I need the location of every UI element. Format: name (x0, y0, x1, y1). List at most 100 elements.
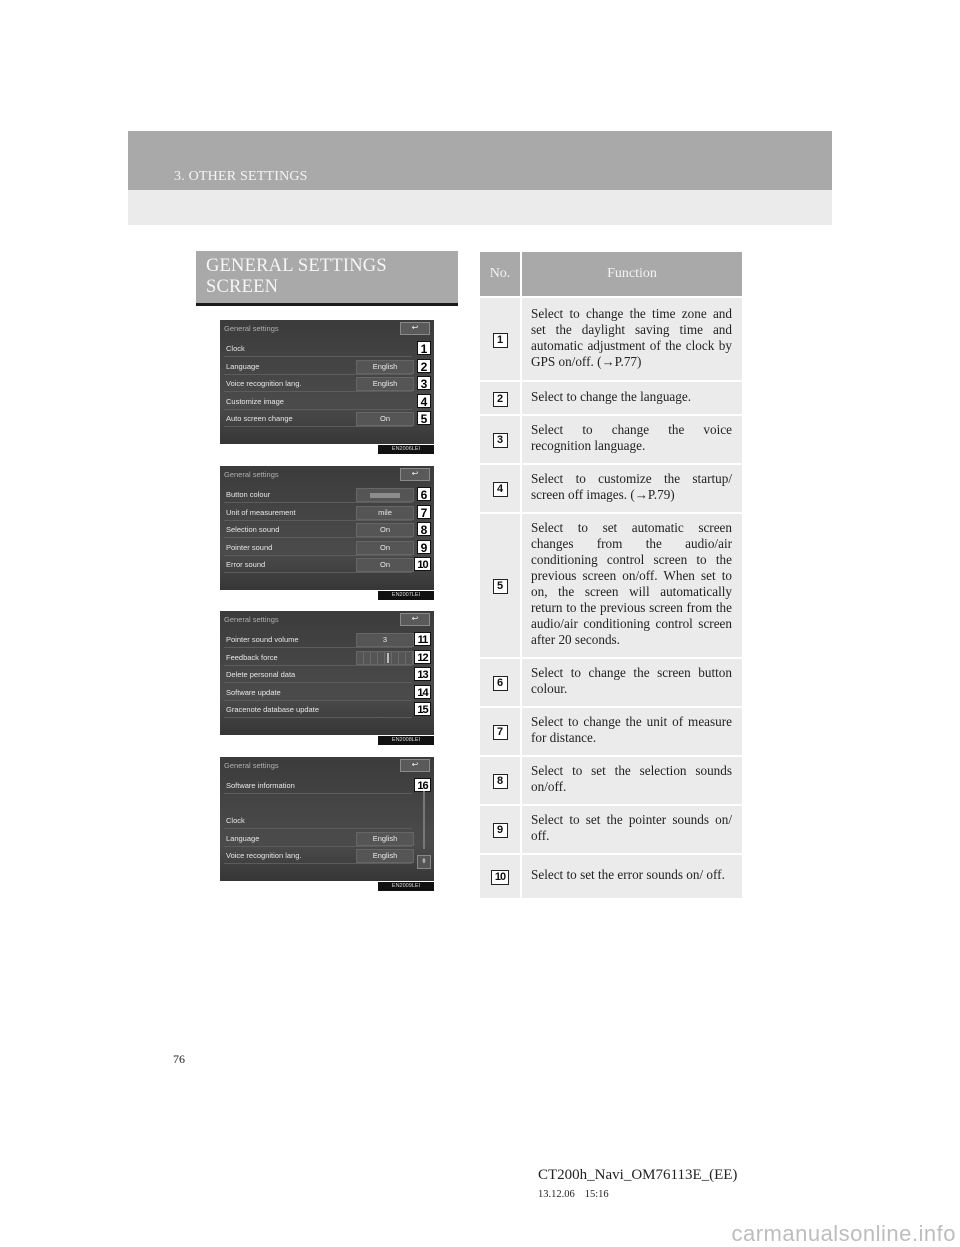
table-row: 2 Select to change the language. (480, 380, 742, 415)
function-description: Select to change the voice recognition l… (521, 414, 742, 464)
callout-number: 15 (414, 702, 431, 716)
document-date: 13.12.06 (538, 1189, 575, 1200)
callout-number: 4 (417, 393, 431, 409)
settings-row[interactable]: Selection sound On (224, 523, 414, 538)
settings-row[interactable]: Gracenote database update (224, 703, 412, 718)
section-heading: GENERAL SETTINGS SCREEN (196, 251, 458, 306)
chapter-title: 3. OTHER SETTINGS (174, 169, 308, 184)
settings-value-button[interactable]: On (356, 523, 414, 537)
callout-number: 3 (417, 376, 431, 391)
callout-number: 13 (414, 667, 431, 681)
function-description: Select to set the pointer sounds on/ off… (521, 804, 742, 854)
settings-row[interactable]: Unit of measurement mile (224, 505, 414, 521)
function-description: Select to change the time zone and set t… (521, 296, 742, 381)
callout-number: 4 (492, 482, 508, 497)
settings-row[interactable]: Pointer sound On (224, 540, 414, 556)
settings-row[interactable]: Pointer sound volume 3 (224, 633, 414, 648)
settings-row[interactable]: Language English (224, 831, 414, 847)
back-arrow-icon[interactable]: ↩ (400, 613, 430, 626)
slider-knob[interactable] (387, 652, 389, 663)
settings-row[interactable]: Auto screen change On (224, 412, 414, 427)
settings-row[interactable]: Clock (224, 342, 412, 357)
function-table: No. Function 1 Select to change the time … (480, 252, 742, 898)
back-arrow-icon[interactable]: ↩ (400, 759, 430, 772)
settings-value-button[interactable]: English (356, 377, 414, 391)
settings-row[interactable]: Feedback force (224, 650, 414, 666)
table-row: 1 Select to change the time zone and set … (480, 296, 742, 381)
settings-row[interactable]: Software update (224, 686, 412, 701)
row-number-cell: 7 (480, 706, 522, 756)
callout-number: 12 (414, 649, 431, 664)
table-header-row: No. Function (480, 252, 742, 297)
settings-row-label: Pointer sound (226, 542, 273, 552)
settings-row[interactable]: Customize image (224, 395, 412, 410)
scroll-down-icon[interactable]: ⇟ (417, 855, 431, 869)
settings-row[interactable]: Language English (224, 359, 414, 375)
settings-row[interactable]: Voice recognition lang. English (224, 377, 414, 392)
header-function: Function (521, 252, 742, 297)
table-row: 4 Select to customize the startup/ screen… (480, 463, 742, 513)
callout-number: 8 (492, 774, 508, 789)
feedback-force-slider[interactable] (356, 650, 414, 665)
settings-row[interactable]: Voice recognition lang. English (224, 849, 414, 864)
document-id: CT200h_Navi_OM76113E_(EE) (538, 1167, 738, 1183)
callout-number: 11 (414, 632, 431, 646)
callout-number: 16 (414, 778, 431, 792)
settings-row-label: Voice recognition lang. (226, 379, 302, 388)
settings-row[interactable]: Button colour (224, 488, 414, 503)
settings-row-label: Error sound (226, 560, 266, 569)
table-row: 6 Select to change the screen button colo… (480, 657, 742, 707)
settings-row[interactable]: Clock (224, 814, 412, 829)
callout-number: 8 (417, 522, 431, 537)
row-number-cell: 8 (480, 755, 522, 805)
settings-row-label: Feedback force (226, 652, 278, 662)
header-subband (128, 190, 832, 225)
settings-value-button[interactable]: 3 (356, 633, 414, 647)
image-code: EN2006LEI (378, 445, 434, 454)
settings-value-button[interactable]: English (356, 359, 414, 374)
function-description: Select to change the screen button colou… (521, 657, 742, 707)
callout-number: 5 (417, 411, 431, 426)
section-heading-text: GENERAL SETTINGS SCREEN (206, 256, 387, 297)
row-number-cell: 1 (480, 296, 522, 381)
back-arrow-icon[interactable]: ↩ (400, 322, 430, 335)
settings-screenshot: General settings ↩ Pointer sound volume 3 11… (220, 611, 434, 735)
callout-number: 1 (417, 341, 431, 356)
header-no: No. (480, 252, 522, 297)
settings-value-button[interactable]: English (356, 831, 414, 846)
settings-row-label: Pointer sound volume (226, 635, 299, 644)
screen-title: General settings (224, 470, 279, 479)
settings-screenshot: General settings ↩ Button colour 6 Unit of m… (220, 466, 434, 590)
settings-row[interactable]: Error sound On (224, 558, 414, 573)
settings-row-label: Voice recognition lang. (226, 851, 302, 860)
document-time: 15:16 (584, 1189, 609, 1200)
function-description: Select to change the language. (521, 380, 742, 415)
settings-row-label: Language (226, 833, 260, 843)
chapter-header: 3. OTHER SETTINGS (128, 131, 832, 190)
function-description: Select to set automatic screen changes f… (521, 512, 742, 658)
settings-value-button[interactable]: English (356, 849, 414, 863)
scrollbar[interactable] (423, 791, 425, 849)
settings-value-button[interactable]: mile (356, 505, 414, 520)
function-description: Select to change the unit of measure for… (521, 706, 742, 756)
settings-row[interactable]: Software information (224, 779, 412, 794)
screen-title: General settings (224, 615, 279, 624)
colour-swatch-button[interactable] (356, 488, 414, 502)
row-number-cell: 2 (480, 380, 522, 415)
table-row: 10 Select to set the error sounds on/ off… (480, 853, 742, 898)
callout-number: 7 (492, 725, 508, 740)
settings-row[interactable]: Delete personal data (224, 668, 412, 683)
screen-title: General settings (224, 324, 279, 333)
back-arrow-icon[interactable]: ↩ (400, 468, 430, 481)
settings-row-label: Delete personal data (226, 670, 296, 679)
settings-value-button[interactable]: On (356, 558, 414, 572)
row-number-cell: 10 (480, 853, 522, 898)
settings-value-button[interactable]: On (356, 412, 414, 426)
row-number-cell: 9 (480, 804, 522, 854)
page-number: 76 (173, 1052, 185, 1066)
colour-swatch (370, 492, 400, 498)
screen-title: General settings (224, 761, 279, 770)
table-row: 8 Select to set the selection sounds on/o… (480, 755, 742, 805)
callout-number: 3 (492, 433, 508, 448)
settings-value-button[interactable]: On (356, 540, 414, 555)
